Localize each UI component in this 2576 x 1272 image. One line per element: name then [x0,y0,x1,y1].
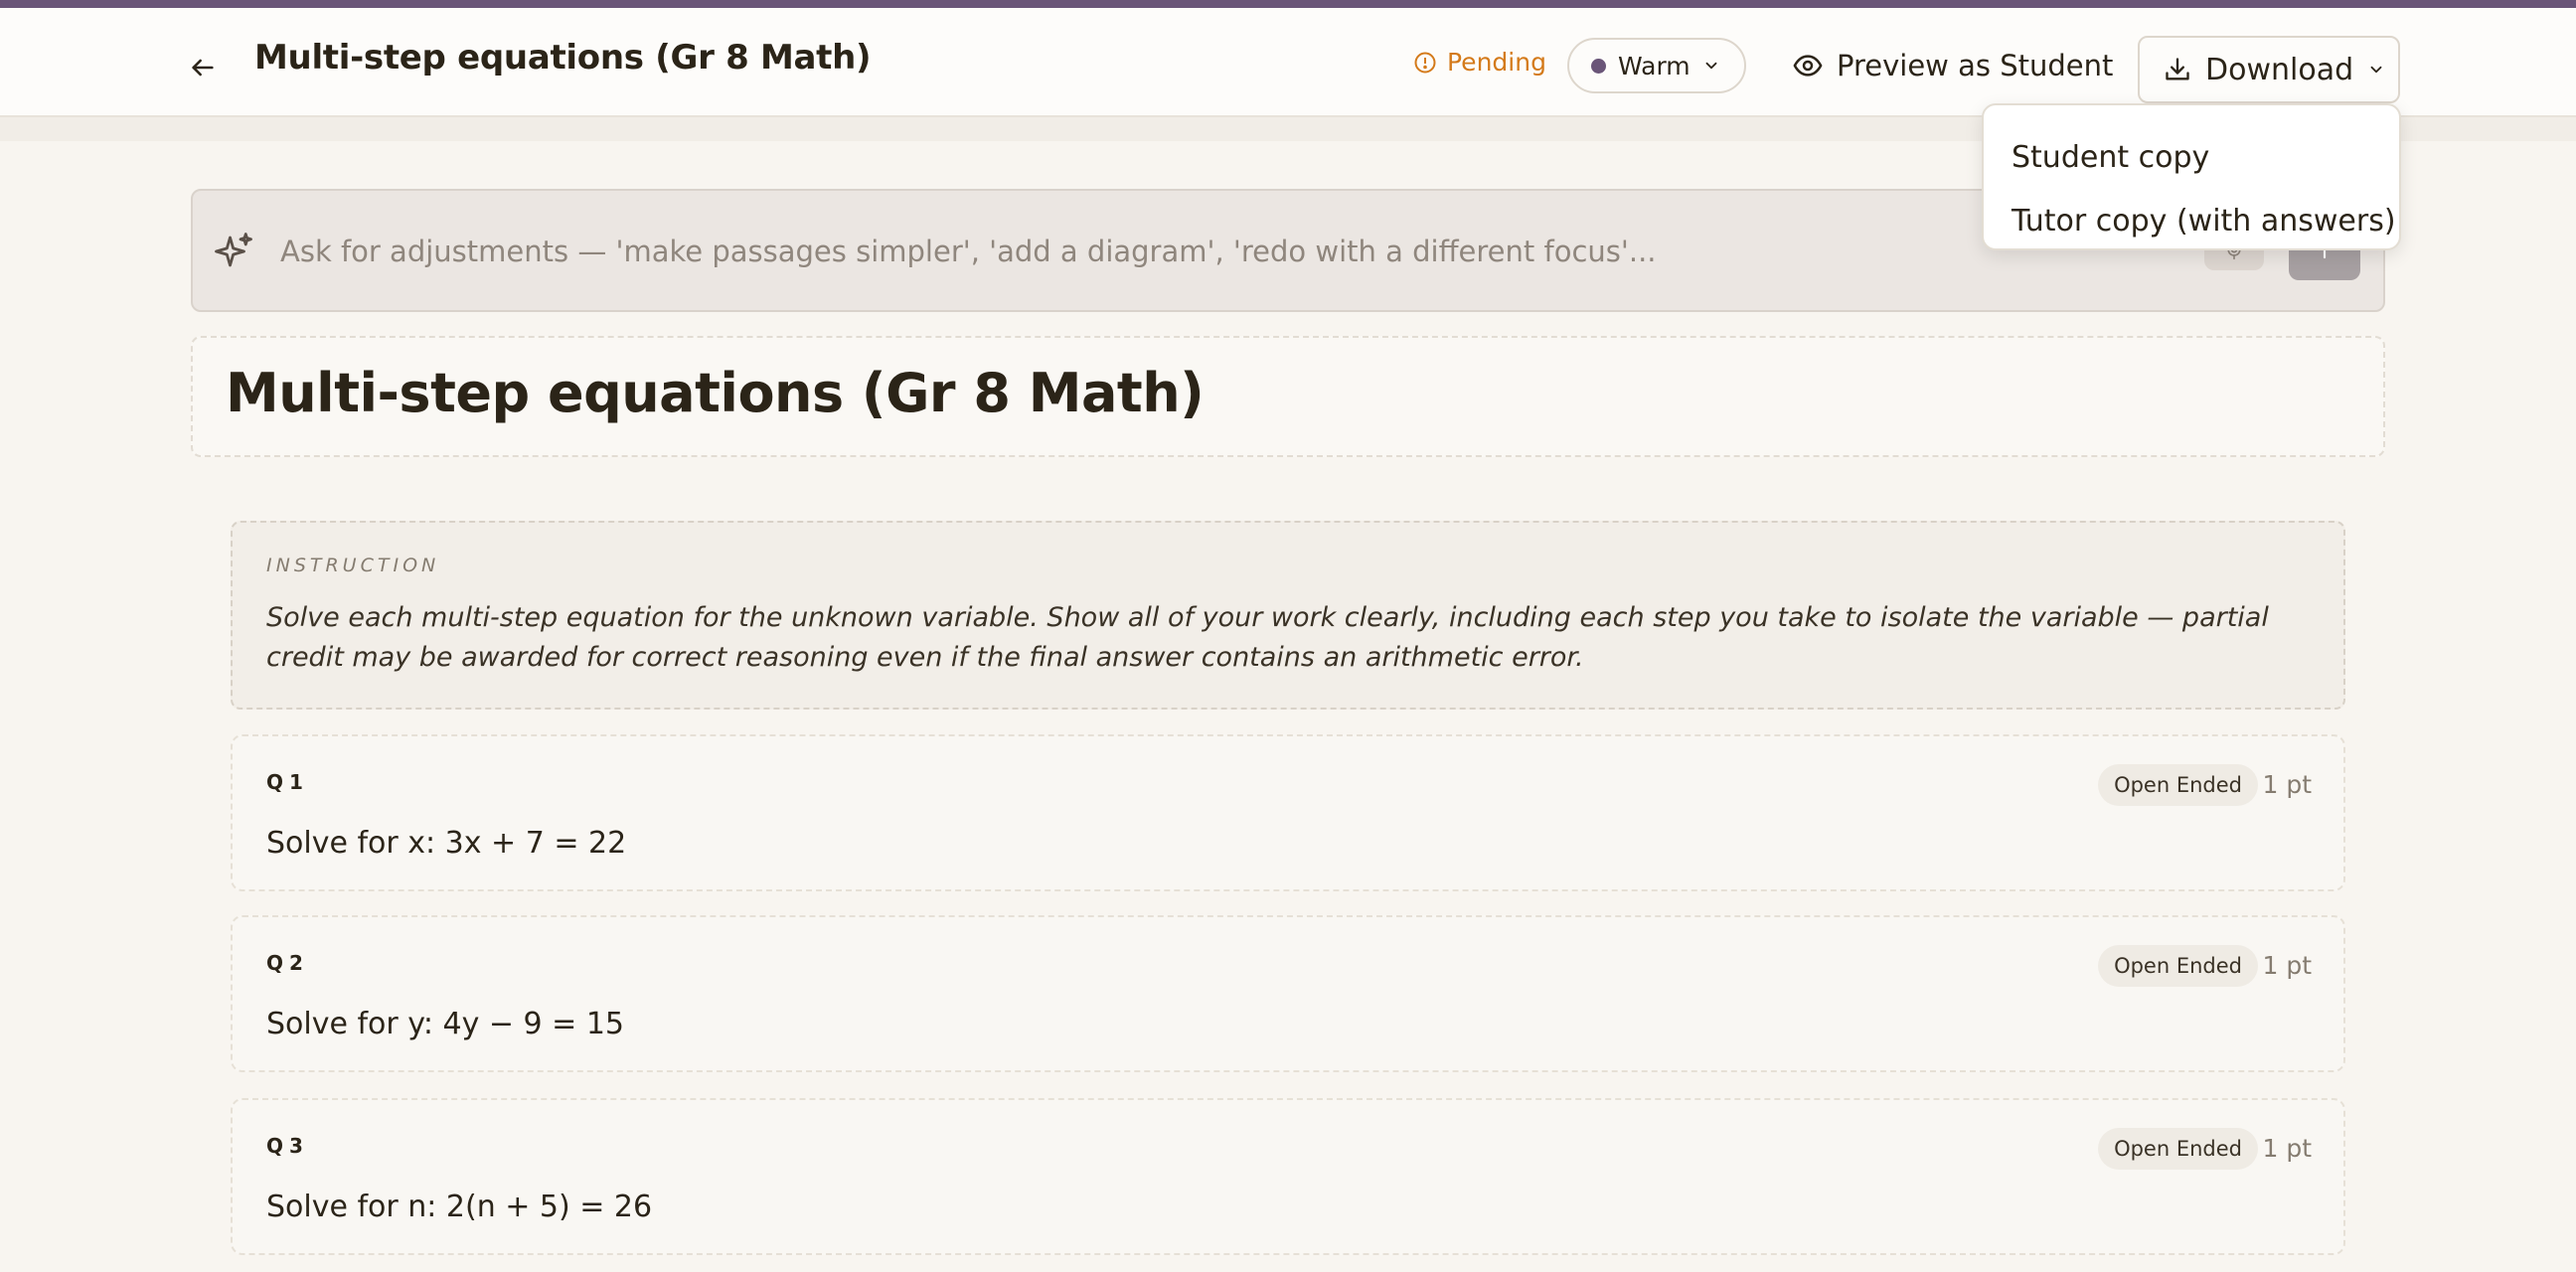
adjustment-input[interactable] [280,219,2268,284]
document-title-box[interactable]: Multi-step equations (Gr 8 Math) [191,336,2385,457]
chevron-down-icon [1705,62,1717,70]
question-points: 1 pt [2262,951,2312,980]
question-text: Solve for n: 2(n + 5) = 26 [266,1190,653,1224]
download-label: Download [2205,52,2354,87]
top-accent-stripe [0,0,2576,8]
question-number: Q1 [266,770,309,794]
question-text: Solve for x: 3x + 7 = 22 [266,826,627,861]
menu-item-student-copy[interactable]: Student copy [1984,125,2399,189]
page-title: Multi-step equations (Gr 8 Math) [254,38,872,78]
preview-label: Preview as Student [1837,49,2114,82]
document-title: Multi-step equations (Gr 8 Math) [226,362,1205,424]
chevron-down-icon [2370,66,2382,74]
status-label: Pending [1447,48,1546,77]
arrow-left-icon [192,59,214,77]
instruction-block[interactable]: INSTRUCTION Solve each multi-step equati… [231,521,2345,710]
question-points: 1 pt [2262,770,2312,799]
back-button[interactable] [181,46,225,89]
download-button[interactable]: Download [2138,36,2400,103]
alert-circle-icon [1414,52,1436,73]
download-icon [2166,58,2189,80]
tone-select[interactable]: Warm [1567,38,1746,93]
dot-icon [1591,58,1606,74]
app-header: Multi-step equations (Gr 8 Math) Pending… [0,8,2576,117]
question-type-badge: Open Ended [2098,1128,2258,1170]
question-type-badge: Open Ended [2098,764,2258,806]
menu-item-tutor-copy[interactable]: Tutor copy (with answers) [1984,189,2399,252]
question-number: Q3 [266,1134,309,1158]
download-menu: Student copy Tutor copy (with answers) [1982,103,2401,250]
eye-icon [1793,55,1823,77]
tone-label: Warm [1618,51,1690,80]
question-text: Solve for y: 4y − 9 = 15 [266,1007,624,1041]
preview-as-student-button[interactable]: Preview as Student [1793,38,2113,93]
sparkle-icon [215,233,252,267]
status-badge: Pending [1413,48,1546,77]
question-number: Q2 [266,951,309,975]
question-card[interactable]: Q2 Open Ended 1 pt Solve for y: 4y − 9 =… [231,915,2345,1072]
instruction-text: Solve each multi-step equation for the u… [266,602,2269,673]
question-points: 1 pt [2262,1134,2312,1163]
instruction-label: INSTRUCTION [266,555,440,576]
question-card[interactable]: Q1 Open Ended 1 pt Solve for x: 3x + 7 =… [231,734,2345,891]
question-card[interactable]: Q3 Open Ended 1 pt Solve for n: 2(n + 5)… [231,1098,2345,1255]
question-type-badge: Open Ended [2098,945,2258,987]
